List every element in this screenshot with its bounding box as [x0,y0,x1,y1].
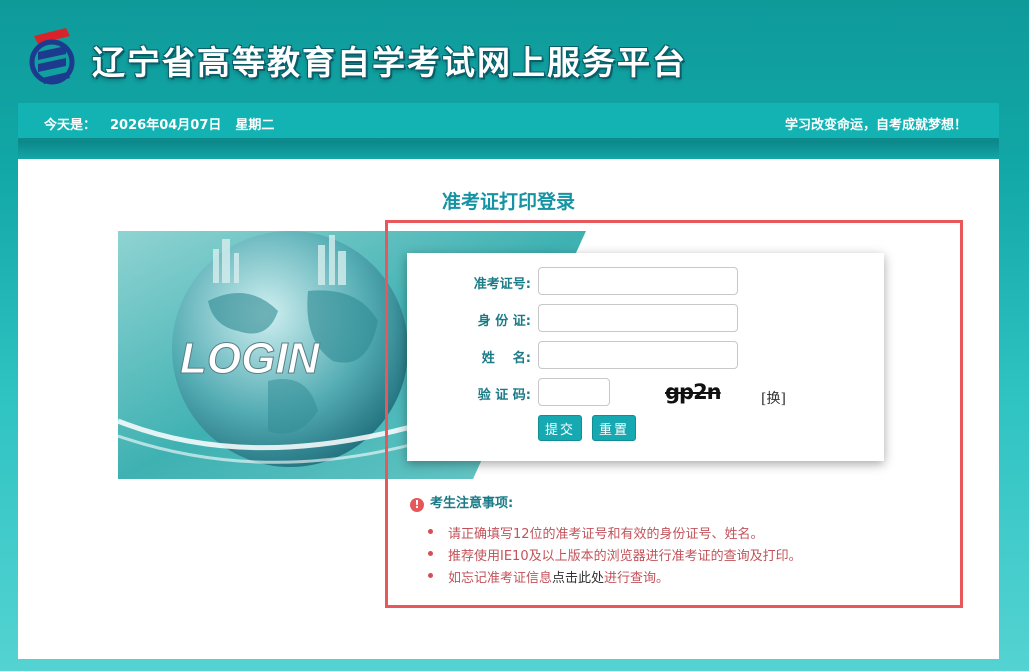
form-row-exam-id: 准考证号: [407,267,884,295]
name-input[interactable] [538,341,738,369]
forgot-prefix: 如忘记准考证信息 [448,571,553,586]
motto: 学习改变命运，自考成就梦想！ [784,118,967,133]
current-date: 今天是： 2026年04月07日 星期二 [44,114,288,133]
list-item: 推荐使用IE10及以上版本的浏览器进行准考证的查询及打印。 [428,545,802,567]
captcha-refresh-link[interactable]: [换] [761,388,786,408]
header: 辽宁省高等教育自学考试网上服务平台 [0,0,1029,100]
forgot-info-link[interactable]: 点击此处 [552,571,604,586]
info-bar-shadow [18,141,999,159]
reset-button[interactable]: 重置 [592,415,637,441]
name-label: 姓 名: [481,351,531,366]
submit-button[interactable]: 提交 [538,415,583,441]
date-value: 2026年04月07日 [110,118,222,133]
captcha-label: 验 证 码: [477,388,531,403]
captcha-input[interactable] [538,378,610,406]
captcha-image[interactable]: gp2n [665,380,722,404]
forgot-suffix: 进行查询。 [604,571,670,586]
login-form: 准考证号: 身 份 证: 姓 名: 验 证 码: gp2n [换] 提交 重置 [407,253,884,461]
weekday: 星期二 [235,118,275,133]
notice-title: ! 考生注意事项: [410,492,513,512]
site-title: 辽宁省高等教育自学考试网上服务平台 [92,43,687,82]
form-row-name: 姓 名: [407,341,884,369]
notice-list: 请正确填写12位的准考证号和有效的身份证号、姓名。 推荐使用IE10及以上版本的… [428,523,802,589]
id-card-input[interactable] [538,304,738,332]
form-row-id-card: 身 份 证: [407,304,884,332]
id-card-label: 身 份 证: [477,314,531,329]
form-row-captcha: 验 证 码: gp2n [换] [407,378,884,408]
info-bar: 今天是： 2026年04月07日 星期二 学习改变命运，自考成就梦想！ [18,103,999,141]
warning-icon: ! [410,498,424,512]
list-item: 如忘记准考证信息点击此处进行查询。 [428,567,802,589]
logo-icon [29,28,75,85]
notice-title-text: 考生注意事项: [430,496,514,511]
main-panel: 准考证打印登录 LOGIN 准考证号: 身 份 证: 姓 名: 验 证 码: g… [18,159,999,659]
exam-id-input[interactable] [538,267,738,295]
exam-id-label: 准考证号: [473,277,531,292]
date-prefix: 今天是： [44,118,97,133]
list-item: 请正确填写12位的准考证号和有效的身份证号、姓名。 [428,523,802,545]
banner-login-text: LOGIN [180,334,321,383]
page-title: 准考证打印登录 [441,191,575,213]
